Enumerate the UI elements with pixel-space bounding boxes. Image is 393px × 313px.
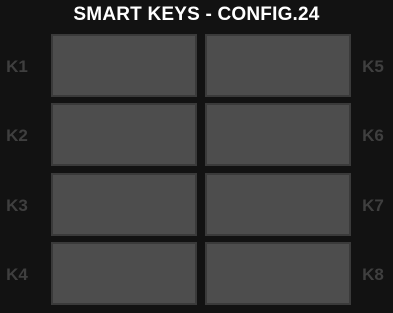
panel-title: SMART KEYS - CONFIG.24 bbox=[73, 4, 320, 25]
smart-key-k6[interactable] bbox=[205, 103, 351, 166]
smart-key-k3[interactable] bbox=[51, 173, 197, 236]
key-label-k2: K2 bbox=[6, 126, 28, 145]
smart-key-k1[interactable] bbox=[51, 34, 197, 97]
key-label-k8: K8 bbox=[362, 265, 384, 284]
key-label-k7: K7 bbox=[362, 196, 384, 215]
smart-key-k5[interactable] bbox=[205, 34, 351, 97]
smart-key-k2[interactable] bbox=[51, 103, 197, 166]
key-label-k1: K1 bbox=[6, 57, 28, 76]
key-label-k4: K4 bbox=[6, 265, 28, 284]
key-label-k5: K5 bbox=[362, 57, 384, 76]
smart-key-k4[interactable] bbox=[51, 242, 197, 305]
smart-keys-panel: SMART KEYS - CONFIG.24 K1 K2 K3 K4 K5 K6… bbox=[0, 0, 393, 313]
key-label-k6: K6 bbox=[362, 126, 384, 145]
smart-key-k7[interactable] bbox=[205, 173, 351, 236]
smart-key-k8[interactable] bbox=[205, 242, 351, 305]
key-label-k3: K3 bbox=[6, 196, 28, 215]
